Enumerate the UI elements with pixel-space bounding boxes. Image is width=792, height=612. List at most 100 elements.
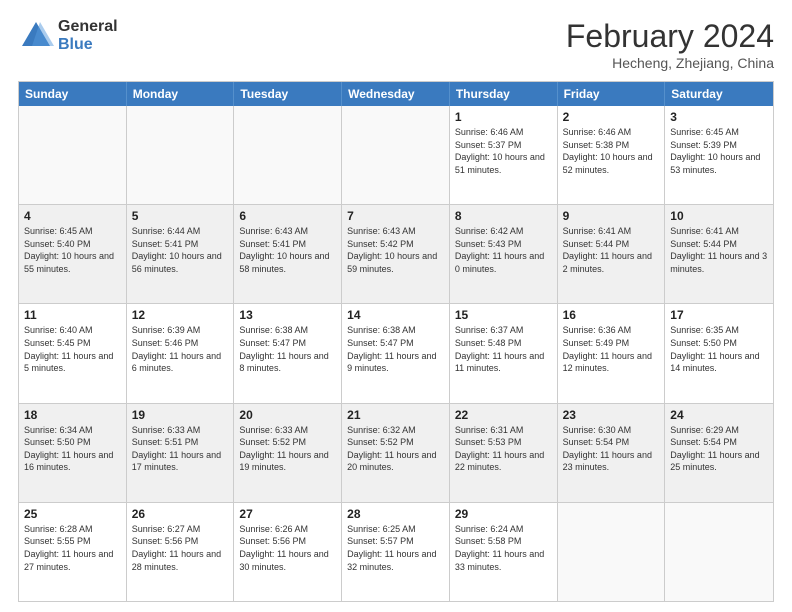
logo-text: General Blue: [58, 18, 118, 53]
day-number: 28: [347, 507, 444, 521]
calendar-cell: 11 Sunrise: 6:40 AM Sunset: 5:45 PM Dayli…: [19, 304, 127, 402]
header-day-thursday: Thursday: [450, 82, 558, 106]
calendar-cell: 21 Sunrise: 6:32 AM Sunset: 5:52 PM Dayli…: [342, 404, 450, 502]
day-number: 6: [239, 209, 336, 223]
calendar-cell: 4 Sunrise: 6:45 AM Sunset: 5:40 PM Daylig…: [19, 205, 127, 303]
day-number: 19: [132, 408, 229, 422]
calendar-cell: [342, 106, 450, 204]
calendar-body: 1 Sunrise: 6:46 AM Sunset: 5:37 PM Daylig…: [19, 106, 773, 601]
day-number: 18: [24, 408, 121, 422]
day-info: Sunrise: 6:27 AM Sunset: 5:56 PM Dayligh…: [132, 523, 229, 573]
day-number: 7: [347, 209, 444, 223]
day-number: 15: [455, 308, 552, 322]
day-number: 13: [239, 308, 336, 322]
day-number: 11: [24, 308, 121, 322]
day-number: 16: [563, 308, 660, 322]
calendar-cell: 8Sunrise: 6:42 AM Sunset: 5:43 PM Daylig…: [450, 205, 558, 303]
calendar-cell: [127, 106, 235, 204]
calendar-cell: 25 Sunrise: 6:28 AM Sunset: 5:55 PM Dayli…: [19, 503, 127, 601]
calendar-cell: [234, 106, 342, 204]
day-info: Sunrise: 6:46 AM Sunset: 5:38 PM Dayligh…: [563, 126, 660, 176]
calendar-cell: 22 Sunrise: 6:31 AM Sunset: 5:53 PM Dayli…: [450, 404, 558, 502]
calendar-cell: 13 Sunrise: 6:38 AM Sunset: 5:47 PM Dayli…: [234, 304, 342, 402]
calendar-cell: 27 Sunrise: 6:26 AM Sunset: 5:56 PM Dayli…: [234, 503, 342, 601]
day-number: 23: [563, 408, 660, 422]
day-info: Sunrise: 6:33 AM Sunset: 5:51 PM Dayligh…: [132, 424, 229, 474]
location-label: Hecheng, Zhejiang, China: [566, 55, 774, 71]
calendar-cell: 15 Sunrise: 6:37 AM Sunset: 5:48 PM Dayli…: [450, 304, 558, 402]
day-number: 27: [239, 507, 336, 521]
header-day-monday: Monday: [127, 82, 235, 106]
header-day-tuesday: Tuesday: [234, 82, 342, 106]
day-info: Sunrise: 6:40 AM Sunset: 5:45 PM Dayligh…: [24, 324, 121, 374]
calendar-cell: 14 Sunrise: 6:38 AM Sunset: 5:47 PM Dayli…: [342, 304, 450, 402]
calendar-cell: 1 Sunrise: 6:46 AM Sunset: 5:37 PM Daylig…: [450, 106, 558, 204]
day-number: 2: [563, 110, 660, 124]
day-info: Sunrise: 6:24 AM Sunset: 5:58 PM Dayligh…: [455, 523, 552, 573]
day-number: 14: [347, 308, 444, 322]
day-info: Sunrise: 6:25 AM Sunset: 5:57 PM Dayligh…: [347, 523, 444, 573]
calendar-row-2: 11 Sunrise: 6:40 AM Sunset: 5:45 PM Dayli…: [19, 303, 773, 402]
calendar-cell: 3 Sunrise: 6:45 AM Sunset: 5:39 PM Daylig…: [665, 106, 773, 204]
header: General Blue February 2024 Hecheng, Zhej…: [18, 18, 774, 71]
page: General Blue February 2024 Hecheng, Zhej…: [0, 0, 792, 612]
day-info: Sunrise: 6:45 AM Sunset: 5:40 PM Dayligh…: [24, 225, 121, 275]
calendar-cell: 24 Sunrise: 6:29 AM Sunset: 5:54 PM Dayli…: [665, 404, 773, 502]
day-info: Sunrise: 6:46 AM Sunset: 5:37 PM Dayligh…: [455, 126, 552, 176]
day-info: Sunrise: 6:34 AM Sunset: 5:50 PM Dayligh…: [24, 424, 121, 474]
calendar-cell: 10 Sunrise: 6:41 AM Sunset: 5:44 PM Dayli…: [665, 205, 773, 303]
day-number: 29: [455, 507, 552, 521]
logo: General Blue: [18, 18, 118, 54]
calendar-row-1: 4 Sunrise: 6:45 AM Sunset: 5:40 PM Daylig…: [19, 204, 773, 303]
calendar-cell: [558, 503, 666, 601]
header-day-sunday: Sunday: [19, 82, 127, 106]
day-number: 5: [132, 209, 229, 223]
day-info: Sunrise: 6:29 AM Sunset: 5:54 PM Dayligh…: [670, 424, 768, 474]
day-number: 10: [670, 209, 768, 223]
header-day-friday: Friday: [558, 82, 666, 106]
day-info: Sunrise: 6:38 AM Sunset: 5:47 PM Dayligh…: [239, 324, 336, 374]
day-info: Sunrise: 6:45 AM Sunset: 5:39 PM Dayligh…: [670, 126, 768, 176]
calendar-cell: 6 Sunrise: 6:43 AM Sunset: 5:41 PM Daylig…: [234, 205, 342, 303]
day-number: 22: [455, 408, 552, 422]
day-number: 21: [347, 408, 444, 422]
day-info: Sunrise: 6:32 AM Sunset: 5:52 PM Dayligh…: [347, 424, 444, 474]
day-info: Sunrise: 6:41 AM Sunset: 5:44 PM Dayligh…: [563, 225, 660, 275]
logo-blue: Blue: [58, 36, 118, 54]
calendar-row-0: 1 Sunrise: 6:46 AM Sunset: 5:37 PM Daylig…: [19, 106, 773, 204]
calendar-cell: [19, 106, 127, 204]
day-info: Sunrise: 6:43 AM Sunset: 5:42 PM Dayligh…: [347, 225, 444, 275]
day-info: Sunrise: 6:43 AM Sunset: 5:41 PM Dayligh…: [239, 225, 336, 275]
calendar-cell: 16 Sunrise: 6:36 AM Sunset: 5:49 PM Dayli…: [558, 304, 666, 402]
calendar-cell: 2 Sunrise: 6:46 AM Sunset: 5:38 PM Daylig…: [558, 106, 666, 204]
day-info: Sunrise: 6:44 AM Sunset: 5:41 PM Dayligh…: [132, 225, 229, 275]
day-number: 24: [670, 408, 768, 422]
day-number: 25: [24, 507, 121, 521]
header-day-saturday: Saturday: [665, 82, 773, 106]
day-info: Sunrise: 6:36 AM Sunset: 5:49 PM Dayligh…: [563, 324, 660, 374]
day-info: Sunrise: 6:37 AM Sunset: 5:48 PM Dayligh…: [455, 324, 552, 374]
calendar-cell: 29 Sunrise: 6:24 AM Sunset: 5:58 PM Dayli…: [450, 503, 558, 601]
day-number: 20: [239, 408, 336, 422]
calendar-header: SundayMondayTuesdayWednesdayThursdayFrid…: [19, 82, 773, 106]
day-number: 17: [670, 308, 768, 322]
calendar-cell: 12Sunrise: 6:39 AM Sunset: 5:46 PM Dayli…: [127, 304, 235, 402]
calendar-cell: 5 Sunrise: 6:44 AM Sunset: 5:41 PM Daylig…: [127, 205, 235, 303]
day-number: 1: [455, 110, 552, 124]
day-number: 3: [670, 110, 768, 124]
calendar-cell: 23 Sunrise: 6:30 AM Sunset: 5:54 PM Dayli…: [558, 404, 666, 502]
logo-general: General: [58, 18, 118, 36]
day-info: Sunrise: 6:41 AM Sunset: 5:44 PM Dayligh…: [670, 225, 768, 275]
day-info: Sunrise: 6:30 AM Sunset: 5:54 PM Dayligh…: [563, 424, 660, 474]
day-info: Sunrise: 6:39 AM Sunset: 5:46 PM Dayligh…: [132, 324, 229, 374]
day-number: 8: [455, 209, 552, 223]
day-info: Sunrise: 6:38 AM Sunset: 5:47 PM Dayligh…: [347, 324, 444, 374]
day-info: Sunrise: 6:26 AM Sunset: 5:56 PM Dayligh…: [239, 523, 336, 573]
day-info: Sunrise: 6:28 AM Sunset: 5:55 PM Dayligh…: [24, 523, 121, 573]
day-info: Sunrise: 6:35 AM Sunset: 5:50 PM Dayligh…: [670, 324, 768, 374]
day-number: 4: [24, 209, 121, 223]
calendar-cell: 28 Sunrise: 6:25 AM Sunset: 5:57 PM Dayli…: [342, 503, 450, 601]
calendar-cell: 17 Sunrise: 6:35 AM Sunset: 5:50 PM Dayli…: [665, 304, 773, 402]
day-number: 9: [563, 209, 660, 223]
day-info: Sunrise: 6:31 AM Sunset: 5:53 PM Dayligh…: [455, 424, 552, 474]
